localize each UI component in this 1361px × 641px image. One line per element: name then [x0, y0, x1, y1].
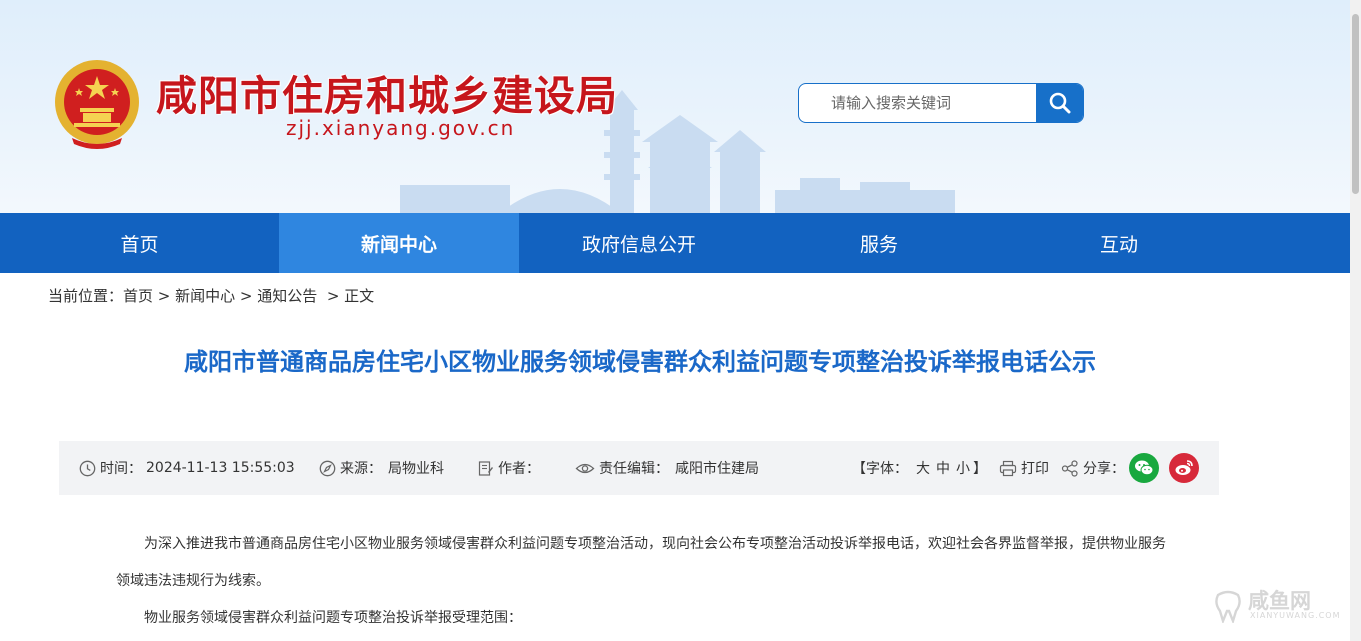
search-icon: [1049, 92, 1070, 114]
search-input[interactable]: [799, 84, 1037, 122]
article-title: 咸阳市普通商品房住宅小区物业服务领域侵害群众利益问题专项整治投诉举报电话公示: [184, 348, 1096, 376]
breadcrumb-separator: >: [317, 287, 345, 305]
tooth-logo-icon: [1215, 590, 1241, 623]
site-header: 咸阳市住房和城乡建设局 zjj.xianyang.gov.cn: [0, 0, 1350, 213]
site-domain: zjj.xianyang.gov.cn: [286, 116, 516, 140]
meta-editor-value: 咸阳市住建局: [675, 461, 759, 477]
meta-editor: 责任编辑： 咸阳市住建局: [575, 441, 759, 495]
font-switch-open: 【字体：: [852, 461, 908, 477]
scrollbar-thumb[interactable]: [1352, 14, 1359, 194]
breadcrumb-notices[interactable]: 通知公告: [257, 287, 317, 305]
meta-time: 时间： 2024-11-13 15:55:03: [79, 441, 295, 495]
meta-source: 来源： 局物业科: [319, 441, 444, 495]
clock-icon: [79, 460, 96, 476]
meta-author-label: 作者：: [498, 461, 540, 477]
compass-icon: [319, 460, 336, 476]
nav-gov-info[interactable]: 政府信息公开: [519, 213, 759, 273]
meta-time-value: 2024-11-13 15:55:03: [146, 460, 295, 476]
site-title: 咸阳市住房和城乡建设局: [156, 72, 618, 120]
nav-home[interactable]: 首页: [0, 213, 279, 273]
main-nav: 首页 新闻中心 政府信息公开 服务 互动: [0, 213, 1350, 273]
article-paragraph: 物业服务领域侵害群众利益问题专项整治投诉举报受理范围：: [144, 610, 522, 626]
wechat-icon: [1135, 460, 1154, 476]
share-icon: [1061, 459, 1078, 477]
page-scrollbar[interactable]: [1350, 0, 1361, 641]
nav-services[interactable]: 服务: [759, 213, 999, 273]
breadcrumb-news[interactable]: 新闻中心: [175, 287, 235, 305]
font-switch-close: 】: [973, 461, 987, 477]
site-watermark: 咸鱼网 XIANYUWANG.COM: [1212, 585, 1344, 625]
breadcrumb-separator: >: [153, 287, 176, 305]
nav-news-center[interactable]: 新闻中心: [279, 213, 519, 273]
national-emblem-icon: [55, 60, 139, 149]
search-button[interactable]: [1036, 84, 1083, 122]
breadcrumb-prefix: 当前位置：: [48, 287, 124, 305]
nav-interaction[interactable]: 互动: [999, 213, 1239, 273]
font-small-button[interactable]: 小: [956, 458, 970, 478]
font-medium-button[interactable]: 中: [936, 458, 950, 478]
print-label: 打印: [1021, 461, 1049, 477]
article-paragraph: 为深入推进我市普通商品房住宅小区物业服务领域侵害群众利益问题专项整治活动，现向社…: [116, 536, 1166, 589]
watermark-subtext: XIANYUWANG.COM: [1250, 611, 1341, 620]
breadcrumb: 当前位置：首页 > 新闻中心 > 通知公告 > 正文: [48, 285, 374, 306]
meta-editor-label: 责任编辑：: [599, 461, 669, 477]
breadcrumb-home[interactable]: 首页: [123, 287, 153, 305]
share-section: 分享：: [1061, 441, 1125, 495]
article-meta-bar: 时间： 2024-11-13 15:55:03 来源： 局物业科 作者： 责任编…: [59, 441, 1219, 495]
breadcrumb-separator: >: [235, 287, 258, 305]
share-label: 分享：: [1083, 461, 1125, 477]
print-button[interactable]: 打印: [999, 441, 1049, 495]
share-weibo-button[interactable]: [1169, 453, 1199, 483]
meta-author: 作者：: [477, 441, 540, 495]
font-size-switcher: 【字体： 大 中 小 】: [852, 441, 987, 495]
meta-time-label: 时间：: [100, 461, 142, 477]
font-large-button[interactable]: 大: [916, 458, 930, 478]
pen-icon: [478, 460, 493, 476]
search-box: [798, 83, 1084, 123]
meta-source-value: 局物业科: [388, 461, 444, 477]
share-wechat-button[interactable]: [1129, 453, 1159, 483]
eye-icon: [575, 463, 595, 473]
breadcrumb-current: 正文: [344, 287, 375, 305]
meta-source-label: 来源：: [340, 461, 382, 477]
weibo-icon: [1175, 460, 1193, 475]
printer-icon: [999, 460, 1017, 476]
